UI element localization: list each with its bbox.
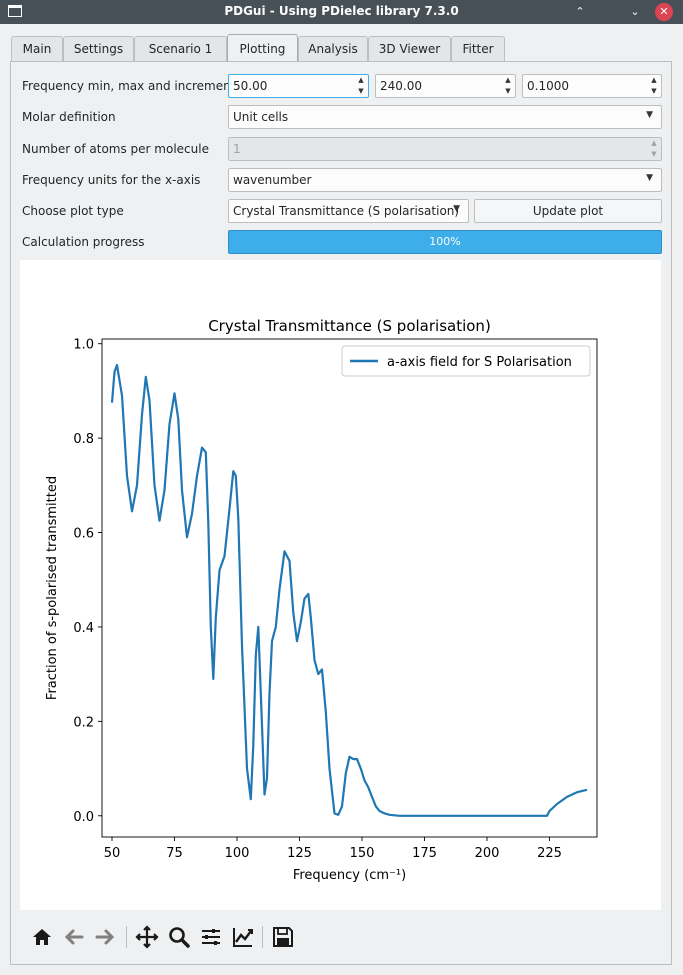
molar-definition-select[interactable]: Unit cells ▼ — [228, 105, 662, 129]
tab-fitter[interactable]: Fitter — [451, 36, 505, 61]
frequency-max-value: 240.00 — [380, 79, 422, 93]
series-line — [110, 363, 588, 817]
tab-analysis[interactable]: Analysis — [298, 36, 368, 61]
x-tick-label: 100 — [225, 846, 250, 861]
save-icon[interactable] — [270, 924, 296, 950]
x-tick-label: 225 — [537, 846, 562, 861]
axes-frame — [101, 338, 598, 838]
x-tick-label: 175 — [412, 846, 437, 861]
x-tick-label: 50 — [104, 846, 121, 861]
x-tick-label: 150 — [350, 846, 375, 861]
close-button[interactable]: ✕ — [655, 3, 673, 21]
frequency-units-label: Frequency units for the x-axis — [22, 173, 201, 187]
y-tick-label: 0.4 — [73, 621, 94, 636]
update-plot-button[interactable]: Update plot — [474, 199, 662, 223]
pan-icon[interactable] — [134, 924, 160, 950]
spin-arrows-icon: ▲ ▼ — [651, 139, 657, 158]
plotting-panel: Frequency min, max and increment 50.00 ▲… — [10, 61, 672, 965]
frequency-range-label: Frequency min, max and increment — [22, 79, 236, 93]
transmittance-chart: Crystal Transmittance (S polarisation) 50… — [45, 317, 598, 883]
frequency-min-spinbox[interactable]: 50.00 ▲ ▼ — [228, 74, 369, 98]
frequency-min-value: 50.00 — [233, 79, 268, 93]
y-axis-label: Fraction of s-polarised transmitted — [45, 476, 60, 700]
frequency-increment-value: 0.1000 — [527, 79, 569, 93]
home-icon[interactable] — [29, 924, 55, 950]
chevron-down-icon: ▼ — [453, 204, 460, 214]
atoms-per-molecule-value: 1 — [233, 142, 241, 156]
x-tick-label: 125 — [287, 846, 312, 861]
frequency-max-spinbox[interactable]: 240.00 ▲ ▼ — [375, 74, 516, 98]
x-axis-label: Frequency (cm⁻¹) — [293, 868, 406, 883]
x-tick-label: 200 — [475, 846, 500, 861]
molar-definition-label: Molar definition — [22, 110, 116, 124]
legend-entry: a-axis field for S Polarisation — [387, 355, 572, 370]
plot-type-value: Crystal Transmittance (S polarisation) — [233, 204, 460, 218]
atoms-per-molecule-spinbox: 1 ▲ ▼ — [228, 137, 662, 161]
plot-type-select[interactable]: Crystal Transmittance (S polarisation) ▼ — [228, 199, 469, 223]
subplots-icon[interactable] — [198, 924, 224, 950]
frequency-units-select[interactable]: wavenumber ▼ — [228, 168, 662, 192]
spin-arrows-icon[interactable]: ▲ ▼ — [647, 75, 661, 97]
plot-type-label: Choose plot type — [22, 204, 124, 218]
y-tick-label: 0.6 — [73, 527, 94, 542]
tab-3d-viewer[interactable]: 3D Viewer — [368, 36, 451, 61]
tab-main[interactable]: Main — [11, 36, 63, 61]
spin-arrows-icon[interactable]: ▲ ▼ — [354, 75, 368, 97]
minimize-button[interactable]: ⌃ — [571, 3, 589, 21]
maximize-button[interactable]: ⌄ — [626, 3, 644, 21]
zoom-icon[interactable] — [166, 924, 192, 950]
y-tick-label: 1.0 — [73, 338, 94, 353]
plot-canvas: Crystal Transmittance (S polarisation) 50… — [20, 260, 661, 910]
forward-arrow-icon[interactable] — [92, 924, 118, 950]
tab-scenario-1[interactable]: Scenario 1 — [134, 36, 227, 61]
y-tick-label: 0.2 — [73, 715, 94, 730]
chart-title: Crystal Transmittance (S polarisation) — [208, 317, 491, 335]
chevron-down-icon: ▼ — [646, 173, 653, 183]
back-arrow-icon[interactable] — [61, 924, 87, 950]
molar-definition-value: Unit cells — [233, 110, 289, 124]
title-bar: PDGui - Using PDielec library 7.3.0 ⌃ ⌄ … — [0, 0, 683, 24]
tab-plotting[interactable]: Plotting — [227, 34, 298, 61]
toolbar-divider — [126, 926, 127, 948]
plot-toolbar — [20, 920, 661, 960]
calculation-progress-bar: 100% — [228, 230, 662, 254]
spin-arrows-icon[interactable]: ▲ ▼ — [501, 75, 515, 97]
customize-icon[interactable] — [230, 924, 256, 950]
y-tick-label: 0.8 — [73, 432, 94, 447]
atoms-per-molecule-label: Number of atoms per molecule — [22, 142, 209, 156]
toolbar-divider — [262, 926, 263, 948]
chevron-down-icon: ▼ — [646, 110, 653, 120]
y-tick-label: 0.0 — [73, 810, 94, 825]
x-tick-label: 75 — [166, 846, 183, 861]
calculation-progress-label: Calculation progress — [22, 235, 145, 249]
frequency-units-value: wavenumber — [233, 173, 312, 187]
tab-settings[interactable]: Settings — [63, 36, 134, 61]
frequency-increment-spinbox[interactable]: 0.1000 ▲ ▼ — [522, 74, 662, 98]
